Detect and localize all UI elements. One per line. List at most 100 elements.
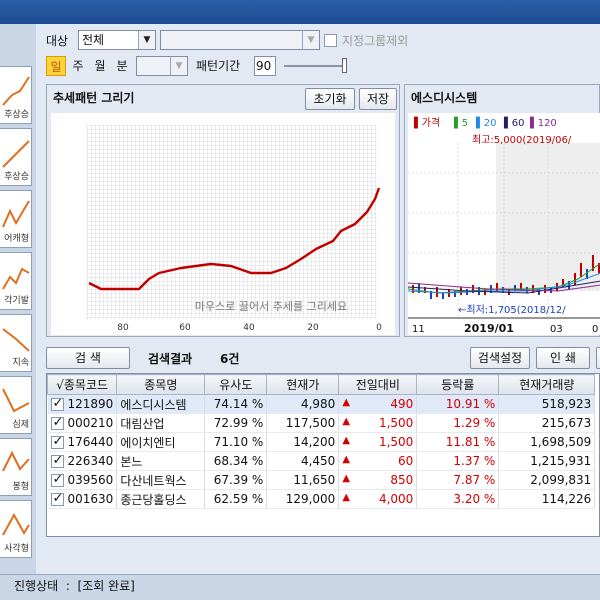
change-value: 490	[390, 397, 414, 411]
table-header-row: √종목코드 종목명 유사도 현재가 전일대비 등락률 현재거래량	[47, 374, 596, 395]
up-triangle-icon: ▲	[342, 492, 351, 503]
exclude-group-checkbox[interactable]	[324, 34, 337, 47]
drop-pattern-icon	[2, 388, 30, 413]
results-table: √종목코드 종목명 유사도 현재가 전일대비 등락률 현재거래량 121890에…	[46, 373, 600, 537]
period-row: 일 주 월 분 ▼ 패턴기간 90	[36, 56, 600, 78]
status-label: 진행상태	[14, 579, 59, 593]
col-volume[interactable]: 현재거래량	[498, 374, 596, 395]
chevron-down-icon[interactable]: ▼	[138, 31, 155, 49]
col-rate[interactable]: 등락률	[416, 374, 500, 395]
print-button[interactable]: 인 쇄	[536, 347, 590, 369]
preset-label: 사각형	[4, 544, 29, 554]
col-code[interactable]: √종목코드	[47, 374, 118, 395]
pattern-period-slider[interactable]	[284, 65, 346, 67]
search-settings-button[interactable]: 검색설정	[470, 347, 530, 369]
period-day[interactable]: 일	[46, 56, 66, 76]
table-row[interactable]: 121890에스디시스템74.14 %4,980▲ 49010.91 %518,9…	[47, 394, 596, 414]
table-row[interactable]: 001630종근당홀딩스62.59 %129,000▲ 4,0003.20 %11…	[47, 489, 596, 509]
table-row[interactable]: 226340본느68.34 %4,450▲ 601.37 %1,215,931	[47, 451, 596, 471]
stock-panel-title: 에스디시스템	[411, 91, 478, 105]
group-select[interactable]: ▼	[160, 30, 320, 50]
rising-trend-icon	[2, 76, 30, 106]
col-change[interactable]: 전일대비	[338, 374, 418, 395]
preset-label: 후상승	[4, 172, 29, 182]
cell-name[interactable]: 에스디시스템	[116, 394, 206, 414]
chevron-down-icon[interactable]: ▼	[302, 31, 319, 49]
table-row[interactable]: 176440에이치엔티71.10 %14,200▲ 1,50011.81 %1,6…	[47, 432, 596, 452]
reset-button[interactable]: 초기화	[305, 88, 355, 110]
minute-select[interactable]: ▼	[136, 56, 188, 76]
peak-pattern-icon	[2, 450, 30, 472]
row-checkbox[interactable]	[50, 396, 64, 411]
period-minute[interactable]: 분	[112, 56, 132, 76]
cell-rate: 7.87 %	[416, 470, 500, 490]
legend-ma20: ▌20	[475, 116, 496, 129]
change-value: 4,000	[378, 492, 414, 506]
status-value: [조회 완료]	[77, 579, 135, 593]
up-triangle-icon: ▲	[342, 397, 351, 408]
pattern-drawing[interactable]: 마우스로 끌어서 추세를 그리세요 80 60 40 20 0	[51, 113, 395, 335]
preset-rising-1[interactable]: 후상승	[0, 66, 32, 124]
search-button[interactable]: 검 색	[46, 347, 130, 369]
change-value: 1,500	[378, 416, 414, 430]
cell-similarity: 74.14 %	[204, 394, 268, 414]
pattern-canvas[interactable]: 마우스로 끌어서 추세를 그리세요 80 60 40 20 0	[51, 113, 395, 335]
cell-name[interactable]: 대림산업	[116, 413, 206, 433]
table-row[interactable]: 039560다산네트웍스67.39 %11,650▲ 8507.87 %2,099…	[47, 470, 596, 490]
cell-name[interactable]: 본느	[116, 451, 206, 471]
up-triangle-icon: ▲	[342, 416, 351, 427]
more-button[interactable]	[596, 347, 600, 369]
cell-code[interactable]: 001630	[47, 489, 118, 509]
zigzag-rising-icon	[2, 267, 30, 290]
preset-triangle[interactable]: 사각형	[0, 500, 32, 558]
cell-price: 117,500	[266, 413, 340, 433]
period-month[interactable]: 월	[90, 56, 110, 76]
stock-chart-panel: 에스디시스템 ▌가격 ▌5 ▌20 ▌60 ▌120 최고:5,000(2019…	[404, 84, 600, 337]
slider-handle[interactable]	[342, 58, 347, 73]
pattern-sidebar: 후상승 후상승 어캐형 각기발 지속 심제 봉형 사각형	[0, 24, 36, 574]
cell-rate: 11.81 %	[416, 432, 500, 452]
period-week[interactable]: 주	[68, 56, 88, 76]
cell-price: 14,200	[266, 432, 340, 452]
cell-change: ▲ 1,500	[338, 413, 418, 433]
stock-chart[interactable]: ▌가격 ▌5 ▌20 ▌60 ▌120 최고:5,000(2019/06/ ←최…	[407, 113, 600, 335]
row-checkbox[interactable]	[50, 472, 64, 487]
preset-label: 각기발	[4, 296, 29, 306]
preset-zigzag[interactable]: 각기발	[0, 252, 32, 310]
cell-volume: 1,215,931	[498, 451, 596, 471]
legend-ma5: ▌5	[453, 116, 468, 129]
legend-ma120: ▌120	[529, 116, 557, 129]
search-result-label: 검색결과	[148, 352, 193, 366]
preset-peak[interactable]: 봉형	[0, 438, 32, 496]
row-checkbox[interactable]	[50, 491, 64, 506]
cell-code[interactable]: 176440	[47, 432, 118, 452]
chevron-down-icon[interactable]: ▼	[170, 57, 187, 75]
cell-change: ▲ 490	[338, 394, 418, 414]
col-price[interactable]: 현재가	[266, 374, 340, 395]
row-checkbox[interactable]	[50, 434, 64, 449]
cell-code[interactable]: 000210	[47, 413, 118, 433]
col-similarity[interactable]: 유사도	[204, 374, 268, 395]
pattern-period-label: 패턴기간	[196, 59, 241, 73]
cell-name[interactable]: 다산네트웍스	[116, 470, 206, 490]
cell-code[interactable]: 226340	[47, 451, 118, 471]
cell-name[interactable]: 종근당홀딩스	[116, 489, 206, 509]
save-button[interactable]: 저장	[359, 88, 397, 110]
row-checkbox[interactable]	[50, 453, 64, 468]
target-select[interactable]: 전체 ▼	[78, 30, 156, 50]
chart-tick-3: 0	[592, 324, 598, 335]
row-checkbox[interactable]	[50, 415, 64, 430]
cell-code[interactable]: 121890	[47, 394, 118, 414]
preset-rising-2[interactable]: 후상승	[0, 128, 32, 186]
preset-falling[interactable]: 지속	[0, 314, 32, 372]
col-name[interactable]: 종목명	[116, 374, 206, 395]
cell-name[interactable]: 에이치엔티	[116, 432, 206, 452]
table-row[interactable]: 000210대림산업72.99 %117,500▲ 1,5001.29 %215,…	[47, 413, 596, 433]
preset-drop[interactable]: 심제	[0, 376, 32, 434]
pattern-period-input[interactable]: 90	[254, 56, 276, 76]
cell-code[interactable]: 039560	[47, 470, 118, 490]
search-bar: 검 색 검색결과 6건 검색설정 인 쇄	[46, 345, 600, 371]
stock-code: 176440	[67, 435, 114, 449]
cell-volume: 518,923	[498, 394, 596, 414]
preset-shoulder[interactable]: 어캐형	[0, 190, 32, 248]
